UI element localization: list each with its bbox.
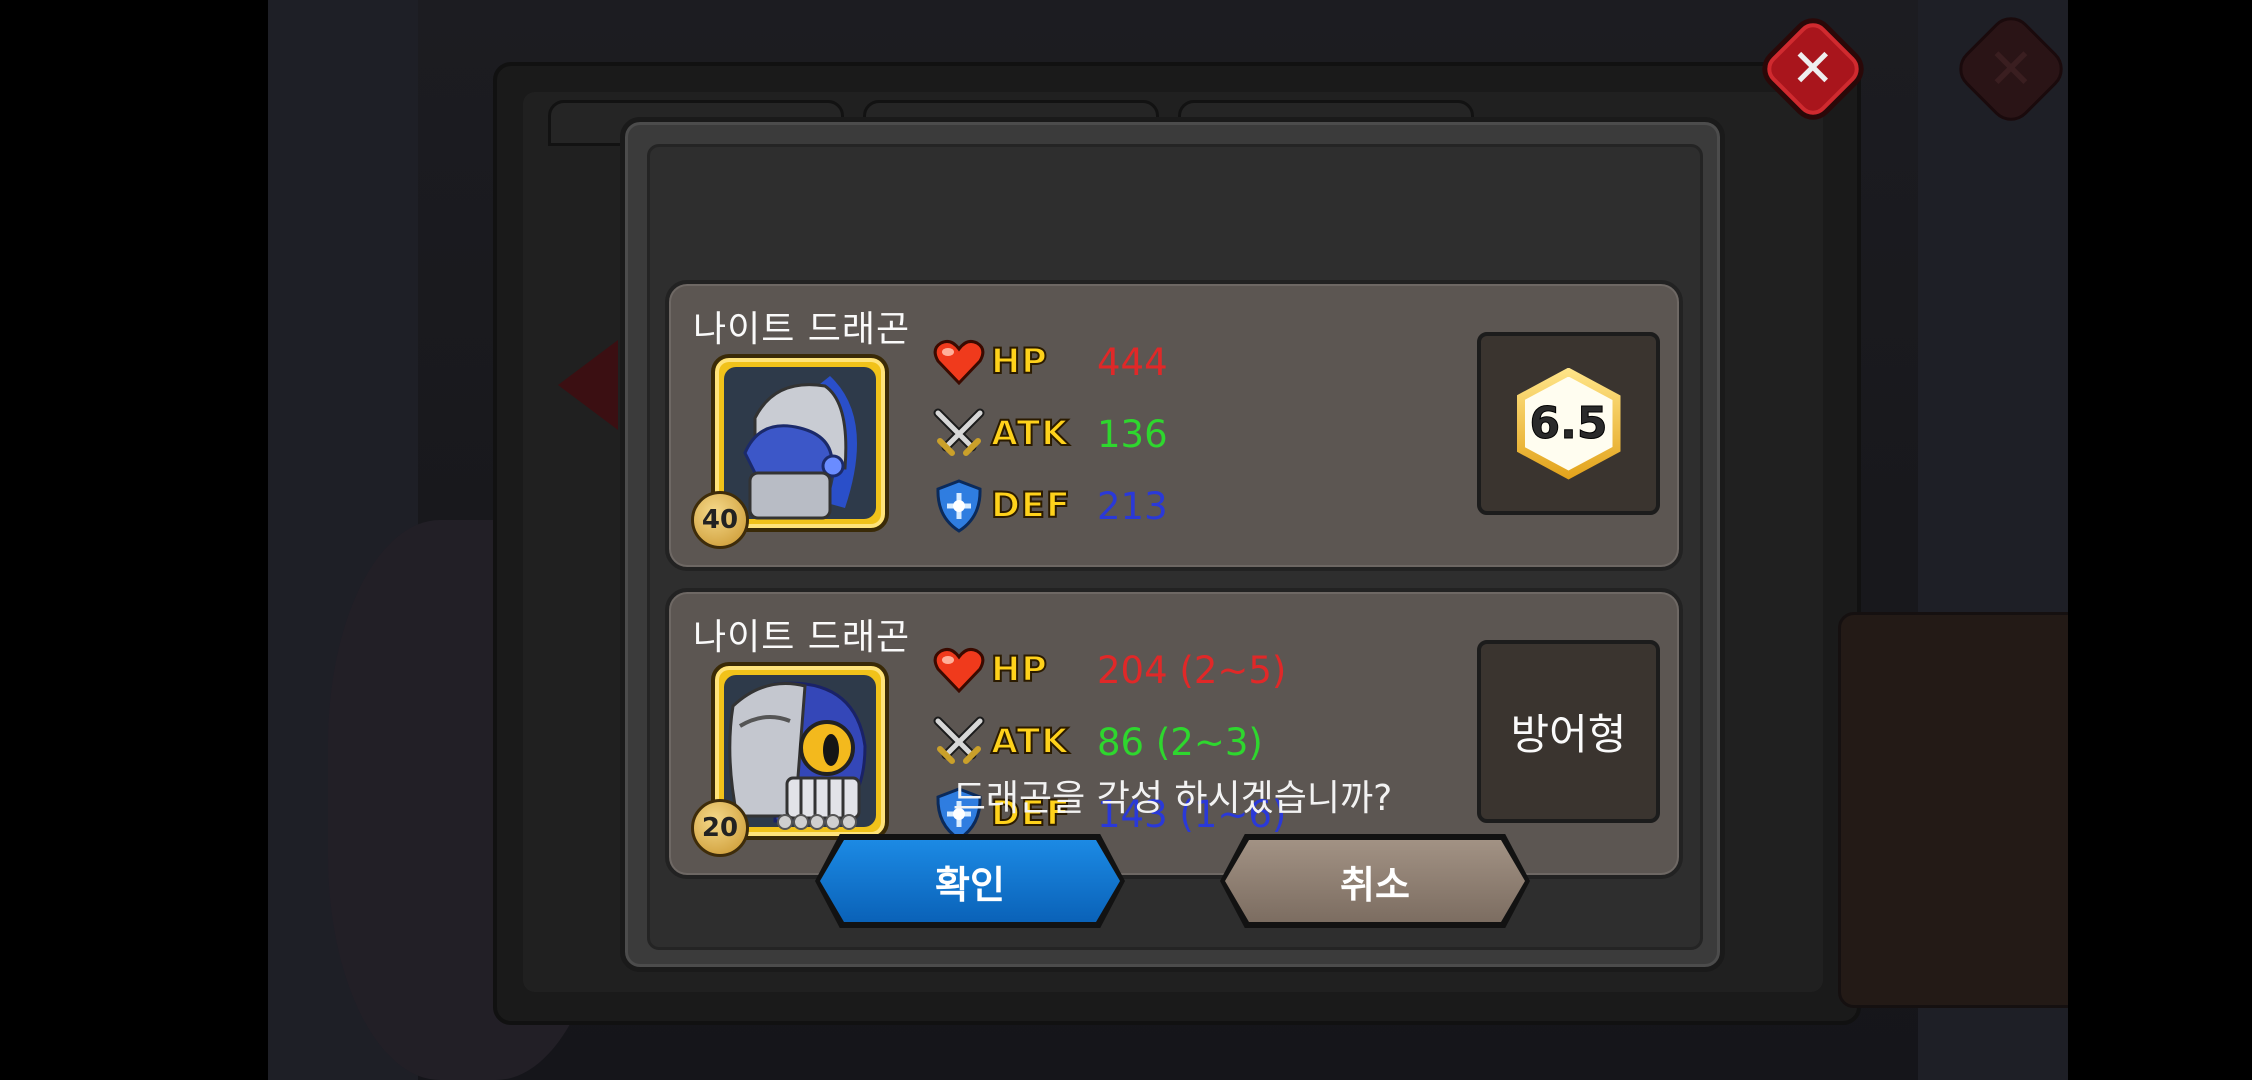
hp-value: 204 (2~5) bbox=[1097, 648, 1287, 692]
awaken-dialog: 나이트 드래곤 40 HP 444 ATK 136 DEF 213 6.5 나이… bbox=[620, 117, 1725, 972]
heart-icon bbox=[931, 642, 987, 698]
dragon-type: 방어형 bbox=[1510, 710, 1627, 759]
heart-icon bbox=[931, 334, 987, 390]
hp-value: 444 bbox=[1097, 340, 1168, 384]
hp-label: HP bbox=[990, 649, 1048, 691]
dragon-card-awakened: 나이트 드래곤 20 HP 204 (2~5) ATK 86 (2~3) DEF… bbox=[665, 588, 1683, 879]
close-icon: ✕ bbox=[1791, 38, 1835, 99]
dragon-card-current: 나이트 드래곤 40 HP 444 ATK 136 DEF 213 6.5 bbox=[665, 280, 1683, 571]
dragon-name: 나이트 드래곤 bbox=[693, 617, 911, 658]
def-value: 213 bbox=[1097, 484, 1168, 528]
crossed-swords-icon bbox=[931, 406, 987, 462]
crossed-swords-icon bbox=[931, 714, 987, 770]
def-label: DEF bbox=[990, 485, 1071, 527]
grade-box: 6.5 bbox=[1477, 332, 1660, 515]
hp-stat: HP 444 bbox=[931, 326, 1168, 398]
level-badge: 40 bbox=[691, 491, 749, 549]
confirm-button[interactable]: 확인 bbox=[820, 840, 1120, 922]
atk-stat: ATK 136 bbox=[931, 398, 1168, 470]
hp-label: HP bbox=[990, 341, 1048, 383]
dragon-name: 나이트 드래곤 bbox=[693, 309, 911, 350]
atk-value: 86 (2~3) bbox=[1097, 720, 1263, 764]
atk-label: ATK bbox=[990, 721, 1070, 763]
grade-value: 6.5 bbox=[1529, 398, 1608, 450]
background-card bbox=[1838, 612, 2068, 1008]
grade-badge: 6.5 bbox=[1516, 367, 1621, 480]
def-stat: DEF 213 bbox=[931, 470, 1168, 542]
atk-label: ATK bbox=[990, 413, 1070, 455]
cancel-button[interactable]: 취소 bbox=[1225, 840, 1525, 922]
confirm-question: 드래곤을 각성 하시겠습니까? bbox=[952, 778, 1393, 819]
stats-panel: HP 444 ATK 136 DEF 213 bbox=[931, 326, 1168, 542]
shield-icon bbox=[931, 478, 987, 534]
hp-stat: HP 204 (2~5) bbox=[931, 634, 1286, 706]
atk-stat: ATK 86 (2~3) bbox=[931, 706, 1286, 778]
atk-value: 136 bbox=[1097, 412, 1168, 456]
